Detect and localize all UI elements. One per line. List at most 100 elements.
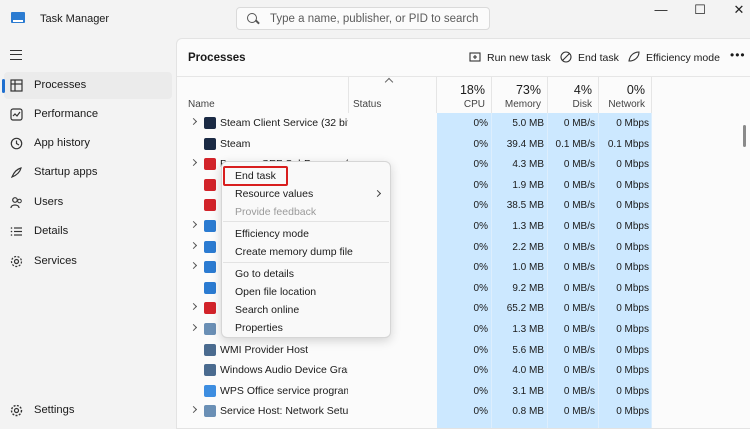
process-disk: 0 MB/s: [563, 262, 595, 274]
table-row[interactable]: WPS Office service program f... 0% 3.1 MB 0…: [177, 381, 750, 402]
end-task-icon: [560, 51, 572, 63]
chevron-right-icon[interactable]: [189, 323, 198, 332]
menu-item-open-file-location[interactable]: Open file location: [235, 286, 316, 298]
process-net: 0 Mbps: [616, 200, 649, 212]
process-icon: [204, 158, 216, 171]
chevron-right-icon[interactable]: [189, 117, 198, 126]
process-mem: 5.0 MB: [512, 118, 544, 129]
chevron-right-icon[interactable]: [189, 159, 198, 167]
process-disk: 0.1 MB/s: [555, 138, 595, 150]
sidebar-item-processes[interactable]: Processes: [2, 72, 172, 99]
process-cpu: 0%: [473, 282, 488, 294]
process-disk: 0 MB/s: [563, 385, 595, 397]
table-row[interactable]: WMI Provider Host 0% 5.6 MB 0 MB/s 0 Mbps: [177, 340, 750, 361]
process-cpu: 0%: [473, 344, 488, 356]
process-disk: 0 MB/s: [563, 365, 595, 377]
process-mem: 65.2 MB: [506, 303, 544, 315]
process-net: 0 Mbps: [616, 179, 649, 191]
search-input[interactable]: [270, 8, 485, 29]
startup-icon: [10, 167, 22, 179]
sidebar-item-label: Users: [34, 196, 64, 208]
menu-item-efficiency-mode[interactable]: Efficiency mode: [235, 228, 309, 240]
sidebar-item-performance[interactable]: Performance: [4, 101, 172, 128]
column-header-memory[interactable]: 73% Memory: [492, 77, 548, 113]
chevron-right-icon[interactable]: [189, 220, 198, 229]
process-icon: [204, 178, 216, 191]
process-cpu: 0%: [473, 221, 488, 232]
title-bar: Task Manager — ☐ ✕: [0, 0, 750, 38]
chevron-right-icon[interactable]: [189, 406, 198, 414]
sidebar-item-users[interactable]: Users: [4, 189, 172, 216]
process-net: 0 Mbps: [616, 344, 649, 356]
process-disk: 0 MB/s: [563, 179, 595, 191]
menu-item-search-online[interactable]: Search online: [235, 304, 299, 316]
column-header-network[interactable]: 0% Network: [599, 77, 652, 113]
more-options-icon[interactable]: •••: [730, 48, 746, 62]
sidebar-item-label: Details: [34, 225, 69, 237]
process-cpu: 0%: [473, 365, 488, 377]
run-new-task-label: Run new task: [487, 52, 551, 64]
sidebar-item-services[interactable]: Services: [4, 248, 172, 275]
sidebar-item-app-history[interactable]: App history: [4, 130, 172, 157]
leaf-icon: [628, 51, 640, 62]
hamburger-menu-icon[interactable]: [10, 50, 22, 60]
process-disk: 0 MB/s: [563, 200, 595, 212]
table-row[interactable]: Service Host: Network Setup S... 0% 0.8 MB…: [177, 401, 750, 422]
menu-item-go-to-details[interactable]: Go to details: [235, 268, 294, 280]
search-box[interactable]: [236, 7, 490, 30]
process-disk: 0 MB/s: [563, 118, 595, 129]
process-net: 0 Mbps: [616, 303, 649, 315]
process-mem: 4.0 MB: [512, 365, 544, 377]
process-mem: 38.5 MB: [506, 200, 544, 212]
active-indicator: [2, 79, 5, 93]
table-row[interactable]: Windows Audio Device Graph ... 0% 4.0 MB 0 …: [177, 360, 750, 381]
process-icon: [204, 323, 216, 335]
menu-item-resource-values[interactable]: Resource values: [235, 188, 313, 200]
process-mem: 1.9 MB: [512, 179, 544, 191]
menu-item-create-dump[interactable]: Create memory dump file: [235, 246, 353, 258]
memory-label: Memory: [504, 99, 541, 110]
sidebar-item-settings[interactable]: Settings: [4, 397, 172, 424]
process-cpu: 0%: [473, 262, 488, 274]
sidebar-item-startup-apps[interactable]: Startup apps: [4, 159, 172, 186]
process-cpu: 0%: [473, 406, 488, 418]
column-header-cpu[interactable]: 18% CPU: [437, 77, 492, 113]
process-mem: 9.2 MB: [512, 282, 544, 294]
menu-separator: [223, 221, 389, 222]
close-button[interactable]: ✕: [716, 0, 750, 22]
scrollbar-thumb[interactable]: [743, 125, 746, 147]
process-icon: [204, 281, 216, 294]
search-icon: [247, 13, 257, 23]
process-net: 0 Mbps: [616, 406, 649, 418]
context-menu: End task Resource values Provide feedbac…: [221, 161, 391, 338]
services-icon: [10, 255, 23, 268]
process-icon: [204, 199, 216, 212]
process-icon: [204, 117, 216, 129]
chevron-right-icon[interactable]: [189, 303, 198, 311]
process-mem: 0.8 MB: [512, 406, 544, 418]
menu-item-properties[interactable]: Properties: [235, 322, 283, 334]
process-name: Steam Client Service (32 bit): [220, 117, 348, 129]
network-total: 0%: [626, 83, 645, 97]
process-icon: [204, 220, 216, 232]
process-disk: 0 MB/s: [563, 241, 595, 253]
process-mem: 2.2 MB: [512, 241, 544, 253]
process-cpu: 0%: [473, 324, 488, 335]
sidebar-item-details[interactable]: Details: [4, 218, 172, 245]
table-row[interactable]: Steam Client Service (32 bit) 0% 5.0 MB 0 M…: [177, 113, 750, 134]
column-header-status-cell[interactable]: [349, 77, 437, 113]
table-row[interactable]: Steam 0% 39.4 MB 0.1 MB/s 0.1 Mbps: [177, 134, 750, 155]
column-header-name-cell[interactable]: [177, 77, 349, 113]
process-net: 0.1 Mbps: [607, 138, 649, 150]
process-net: 0 Mbps: [616, 159, 649, 171]
chevron-right-icon[interactable]: [189, 262, 198, 270]
process-icon: [204, 240, 216, 253]
process-mem: 1.3 MB: [512, 221, 544, 232]
chevron-right-icon[interactable]: [189, 241, 198, 249]
process-disk: 0 MB/s: [563, 159, 595, 171]
task-manager-icon: [11, 12, 25, 23]
history-icon: [10, 137, 23, 150]
process-net: 0 Mbps: [616, 262, 649, 274]
column-header-disk[interactable]: 4% Disk: [548, 77, 599, 113]
disk-label: Disk: [572, 99, 592, 110]
